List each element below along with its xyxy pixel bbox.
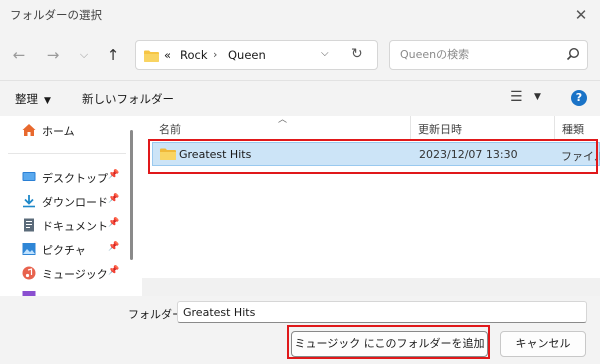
download-icon bbox=[23, 195, 35, 208]
folder-name-field[interactable]: Greatest Hits bbox=[177, 301, 587, 323]
desktop-icon bbox=[22, 172, 36, 181]
sidebar-scrollbar[interactable] bbox=[128, 116, 142, 296]
highlight-selected-folder bbox=[148, 139, 598, 174]
address-bar[interactable]: « Rock › Queen ⌵ ↻ bbox=[135, 40, 378, 70]
documents-icon bbox=[24, 218, 34, 232]
breadcrumb-queen[interactable]: Queen bbox=[228, 48, 266, 62]
sidebar-item-label: ピクチャ bbox=[42, 244, 86, 257]
sidebar-item-downloads[interactable]: ダウンロード 📌 bbox=[22, 191, 126, 211]
navigation-bar: ← → ⌵ ↑ « Rock › Queen ⌵ ↻ bbox=[0, 30, 600, 80]
search-icon[interactable] bbox=[566, 47, 580, 61]
home-icon bbox=[22, 124, 36, 136]
sidebar-item-desktop[interactable]: デスクトップ 📌 bbox=[22, 167, 126, 187]
view-options-icon[interactable]: ☰ bbox=[510, 89, 523, 105]
sort-caret-icon: ︿ bbox=[278, 116, 288, 125]
sidebar-divider bbox=[8, 153, 126, 154]
recent-dropdown-icon[interactable]: ⌵ bbox=[74, 45, 94, 65]
sidebar-item-pictures[interactable]: ピクチャ 📌 bbox=[22, 239, 126, 259]
pin-icon: 📌 bbox=[108, 266, 120, 276]
pin-icon: 📌 bbox=[108, 194, 120, 204]
column-divider[interactable] bbox=[410, 116, 411, 140]
sidebar-item-more[interactable] bbox=[22, 287, 126, 296]
organize-button[interactable]: 整理 ▼ bbox=[15, 91, 51, 107]
column-header-type[interactable]: 種類 bbox=[562, 121, 584, 137]
pin-icon: 📌 bbox=[108, 218, 120, 228]
up-arrow-icon[interactable]: ↑ bbox=[103, 45, 123, 65]
chevron-right-icon: › bbox=[213, 48, 218, 61]
address-overflow[interactable]: « bbox=[164, 48, 171, 62]
refresh-icon[interactable]: ↻ bbox=[351, 46, 363, 62]
search-input[interactable] bbox=[400, 48, 560, 61]
sidebar-item-music[interactable]: ミュージック 📌 bbox=[22, 263, 126, 283]
forward-arrow-icon[interactable]: → bbox=[43, 45, 63, 65]
folder-icon bbox=[144, 50, 159, 62]
close-icon[interactable]: ✕ bbox=[570, 4, 592, 26]
address-dropdown-icon[interactable]: ⌵ bbox=[321, 48, 329, 59]
organize-dropdown-icon: ▼ bbox=[44, 96, 51, 106]
highlight-add-button bbox=[287, 325, 490, 359]
pictures-icon bbox=[22, 243, 36, 255]
sidebar-scroll-thumb[interactable] bbox=[130, 130, 133, 260]
music-icon bbox=[22, 266, 36, 280]
column-header-date[interactable]: 更新日時 bbox=[418, 121, 462, 137]
horizontal-scrollbar[interactable] bbox=[142, 278, 600, 296]
search-box[interactable] bbox=[389, 40, 588, 70]
sidebar-item-documents[interactable]: ドキュメント 📌 bbox=[22, 215, 126, 235]
column-header-name[interactable]: 名前 bbox=[159, 121, 181, 137]
view-dropdown-icon[interactable]: ▼ bbox=[534, 92, 541, 102]
sidebar-item-label: ドキュメント bbox=[42, 220, 108, 233]
new-folder-button[interactable]: 新しいフォルダー bbox=[82, 91, 174, 107]
pin-icon: 📌 bbox=[108, 242, 120, 252]
window-title: フォルダーの選択 bbox=[10, 8, 102, 22]
sidebar-item-label: デスクトップ bbox=[42, 172, 108, 185]
back-arrow-icon[interactable]: ← bbox=[9, 45, 29, 65]
column-header-row: ︿ 名前 更新日時 種類 bbox=[142, 116, 600, 140]
help-icon[interactable]: ? bbox=[571, 90, 587, 106]
breadcrumb-rock[interactable]: Rock bbox=[180, 48, 208, 62]
sidebar-item-home[interactable]: ホーム bbox=[22, 120, 126, 140]
pin-icon: 📌 bbox=[108, 170, 120, 180]
cancel-button[interactable]: キャンセル bbox=[500, 331, 586, 357]
command-bar: 整理 ▼ 新しいフォルダー ☰ ▼ ? bbox=[0, 80, 600, 116]
sidebar-item-label: ミュージック bbox=[42, 268, 108, 281]
title-bar: フォルダーの選択 ✕ bbox=[0, 0, 600, 30]
column-divider[interactable] bbox=[554, 116, 555, 140]
sidebar-item-label: ホーム bbox=[42, 125, 75, 138]
sidebar-item-label: ダウンロード bbox=[42, 196, 108, 209]
navigation-pane: ホーム デスクトップ 📌 ダウンロード 📌 ドキュメント 📌 ピクチャ 📌 ミュ… bbox=[0, 116, 128, 296]
